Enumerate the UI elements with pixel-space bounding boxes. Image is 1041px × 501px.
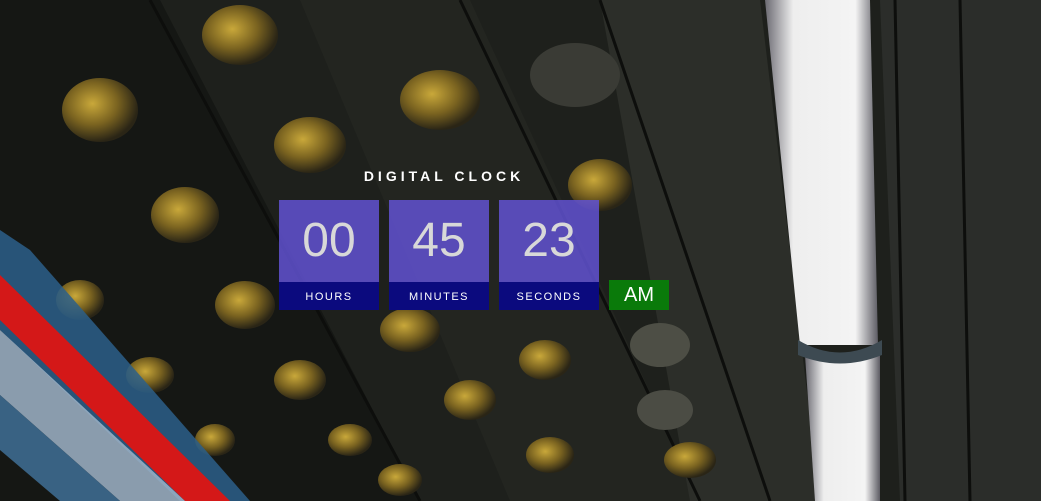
hours-unit: 00 HOURS [279,200,379,310]
minutes-unit: 45 MINUTES [389,200,489,310]
seconds-unit: 23 SECONDS [499,200,599,310]
seconds-label: SECONDS [499,282,599,310]
minutes-value: 45 [389,200,489,282]
minutes-label: MINUTES [389,282,489,310]
hours-label: HOURS [279,282,379,310]
clock-title: DIGITAL CLOCK [363,168,525,184]
digital-clock: DIGITAL CLOCK 00 HOURS 45 MINUTES 23 SEC… [279,160,669,320]
am-pm-badge: AM [609,280,669,310]
hours-value: 00 [279,200,379,282]
seconds-value: 23 [499,200,599,282]
